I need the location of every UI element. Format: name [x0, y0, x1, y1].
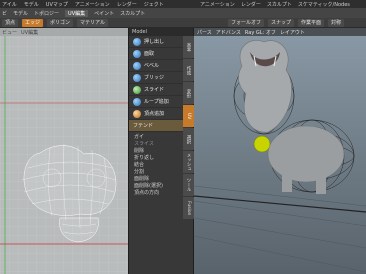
bevel-icon [133, 49, 141, 58]
tool-palette: Model 押し出し 面取 ベベル ブリッジ スライド ループ追加 頂点追加 フ… [128, 28, 194, 274]
bridge-tool-button[interactable]: ブリッジ [129, 72, 183, 84]
list-item[interactable]: 分割 [129, 169, 183, 176]
uv-viewport[interactable]: ビュー UV編集 [0, 28, 128, 274]
vtab[interactable]: 変形 [183, 82, 194, 104]
slide-tool-button[interactable]: スライド [129, 84, 183, 96]
menu-item[interactable]: レンダー [117, 1, 137, 8]
bevel-icon [133, 61, 141, 70]
tool-label: 押し出し [144, 39, 165, 45]
list-item[interactable]: 結合 [129, 162, 183, 169]
symmetry-button[interactable]: 対称 [328, 18, 345, 27]
vtab-active[interactable]: UV [183, 105, 194, 127]
uv-grid-canvas [0, 36, 128, 274]
add-vertex-tool-button[interactable]: 頂点追加 [129, 108, 183, 120]
vtab[interactable]: ツール [183, 174, 194, 196]
mode-tab[interactable]: ビ [2, 10, 7, 17]
layout-tab[interactable]: アニメーション [200, 1, 235, 8]
menu-item[interactable]: アニメーション [75, 1, 110, 8]
vtab[interactable]: 基本 [183, 36, 194, 58]
list-item[interactable]: 頂点の方向 [129, 190, 183, 197]
tool-label: 頂点追加 [144, 111, 165, 117]
layout-tab[interactable]: スカルプト [267, 1, 292, 8]
list-item[interactable]: 面削除(選択) [129, 183, 183, 190]
tool-label: 面取 [144, 51, 155, 57]
selection-toolbar: 頂点 エッジ ポリゴン マテリアル フォールオフ スナップ 作業平面 対称 [0, 18, 366, 28]
selected-tool-button[interactable]: フテンド [129, 120, 183, 132]
select-edge-button[interactable]: エッジ [22, 18, 44, 27]
raygl-label[interactable]: Ray GL: オフ [245, 29, 276, 36]
mode-tab[interactable]: トポロジー [34, 10, 59, 17]
bevel-tool-button[interactable]: ベベル [129, 60, 183, 72]
palette-vertical-tabs: 基本 作成 変形 UV 選択 メッシュ ツール Fusion [183, 36, 194, 219]
tool-label: ブリッジ [144, 75, 165, 81]
mode-tab[interactable]: スカルプト [120, 10, 145, 17]
layout-tab[interactable]: レンダー [241, 1, 261, 8]
menu-item[interactable]: アイル [2, 1, 17, 8]
bevel-face-tool-button[interactable]: 面取 [129, 48, 183, 60]
palette-title: Model [129, 28, 193, 36]
menu-item[interactable]: モデル [24, 1, 39, 8]
menu-bar: アイル モデル UVマップ アニメーション レンダー ジェクト アニメーション … [0, 0, 366, 8]
vtab[interactable]: 選択 [183, 128, 194, 150]
select-polygon-button[interactable]: ポリゴン [47, 18, 74, 27]
list-item[interactable]: 折り返し [129, 155, 183, 162]
select-vertex-button[interactable]: 頂点 [2, 18, 19, 27]
layout-tab[interactable]: スケマティック/Nodes [298, 1, 350, 8]
menu-item[interactable]: UVマップ [46, 1, 68, 8]
add-loop-tool-button[interactable]: ループ追加 [129, 96, 183, 108]
vertex-icon [133, 109, 141, 118]
mode-tab-uv-edit[interactable]: UV編集 [65, 9, 89, 17]
bridge-icon [133, 73, 141, 82]
list-item[interactable]: 削除 [129, 148, 183, 155]
tool-list: ガイ スライス 削除 折り返し 結合 分割 面削除 面削除(選択) 頂点の方向 [129, 132, 183, 197]
vtab[interactable]: Fusion [183, 197, 194, 219]
slide-icon [133, 85, 141, 94]
select-material-button[interactable]: マテリアル [77, 18, 108, 27]
vtab[interactable]: メッシュ [183, 151, 194, 173]
extrude-tool-button[interactable]: 押し出し [129, 36, 183, 48]
list-item[interactable]: ガイ [129, 134, 183, 141]
loop-icon [133, 97, 141, 106]
view-type-label[interactable]: パース [197, 29, 212, 36]
selection-highlight [253, 135, 271, 153]
tool-label: ループ追加 [144, 99, 169, 105]
list-item[interactable]: 面削除 [129, 176, 183, 183]
layout-label[interactable]: レイアウト [280, 29, 305, 36]
extrude-icon [133, 37, 141, 46]
list-item[interactable]: スライス [129, 141, 183, 148]
mode-tab[interactable]: モデル [13, 10, 28, 17]
hippo-model-render [194, 40, 366, 273]
tool-label: ベベル [144, 63, 160, 69]
perspective-viewport[interactable]: パース アドバンス Ray GL: オフ レイアウト [194, 28, 366, 274]
falloff-button[interactable]: フォールオフ [228, 18, 265, 27]
tool-label: フテンド [133, 123, 154, 129]
viewport-header: パース アドバンス Ray GL: オフ レイアウト [194, 28, 366, 36]
mode-tab[interactable]: ペイント [94, 10, 114, 17]
menu-item[interactable]: ジェクト [144, 1, 164, 8]
snap-button[interactable]: スナップ [268, 18, 295, 27]
workplane-button[interactable]: 作業平面 [298, 18, 325, 27]
vtab[interactable]: 作成 [183, 59, 194, 81]
shading-label[interactable]: アドバンス [216, 29, 241, 36]
mode-tabs: ビ モデル トポロジー UV編集 ペイント スカルプト [0, 8, 366, 18]
tool-label: スライド [144, 87, 165, 93]
